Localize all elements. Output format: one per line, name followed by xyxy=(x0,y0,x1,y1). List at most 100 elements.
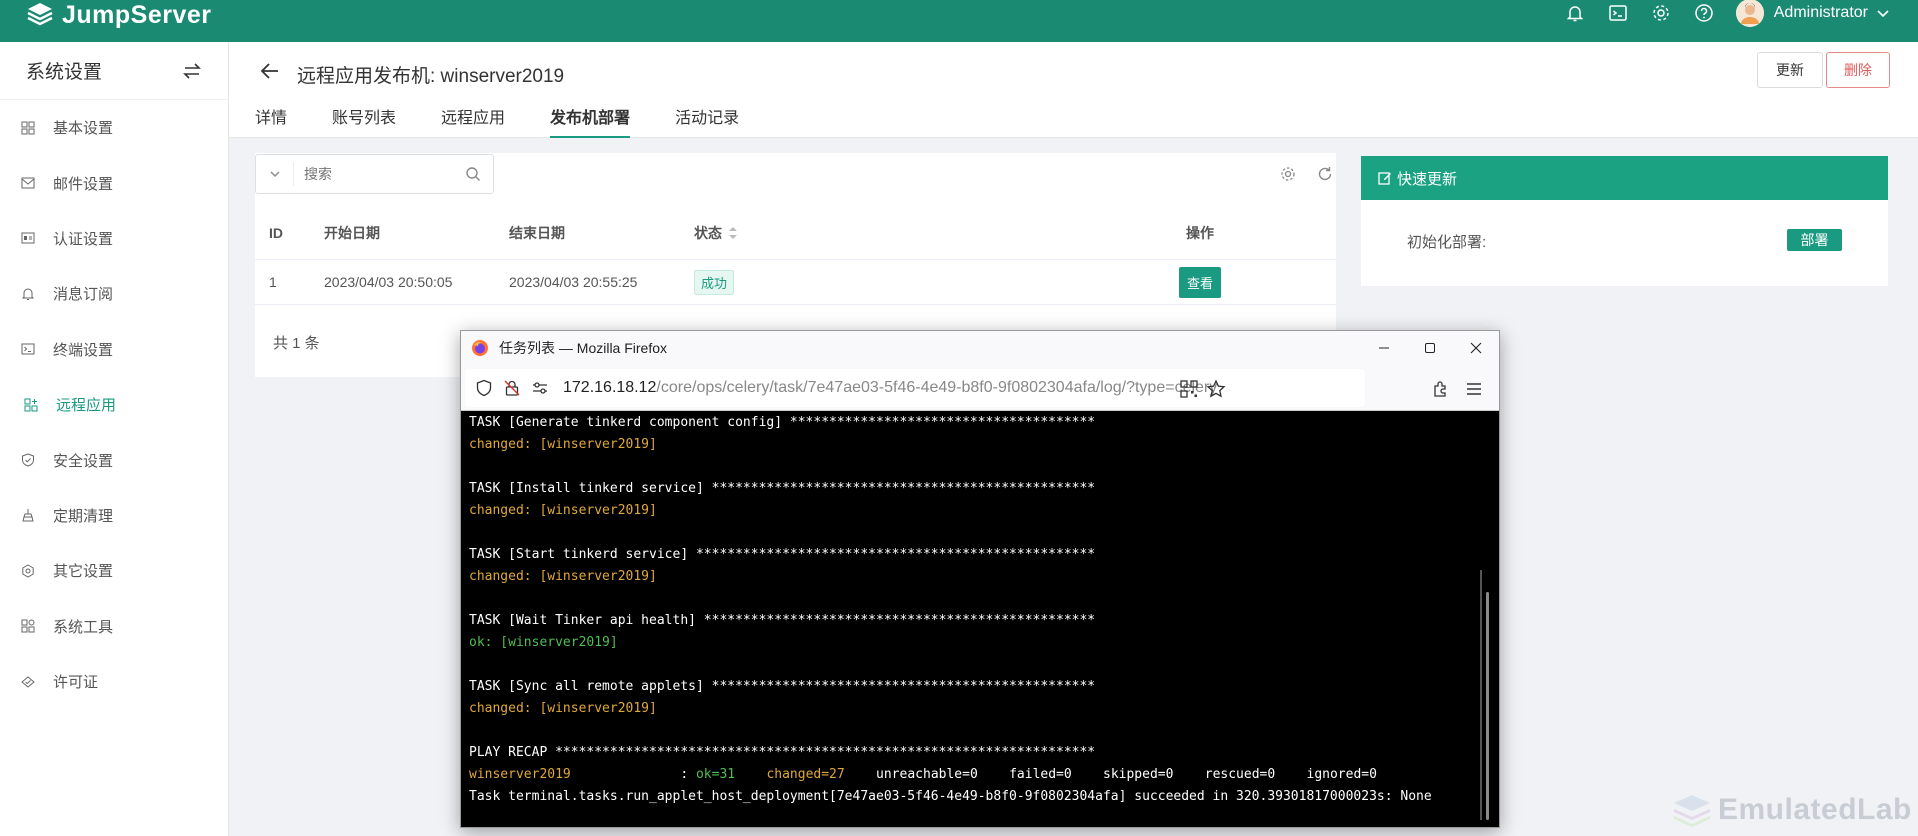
page-title: 远程应用发布机: winserver2019 xyxy=(297,66,565,87)
view-button[interactable]: 查看 xyxy=(1178,266,1221,298)
url-host: 172.16.18.12 xyxy=(563,379,657,396)
log-line: ok: [winserver2019] xyxy=(469,635,618,650)
sidebar-item-email[interactable]: 邮件设置 xyxy=(0,155,228,210)
column-header-id: ID xyxy=(269,224,283,241)
sidebar-item-security[interactable]: 安全设置 xyxy=(0,432,228,487)
terminal-icon xyxy=(20,342,35,357)
sidebar-item-label: 邮件设置 xyxy=(53,175,114,193)
sort-icon[interactable] xyxy=(728,226,738,240)
sidebar-item-label: 消息订阅 xyxy=(53,286,114,304)
insecure-lock-icon[interactable] xyxy=(503,379,521,397)
mail-icon xyxy=(20,176,35,191)
tab-remote-apps[interactable]: 远程应用 xyxy=(441,104,505,138)
sidebar-item-license[interactable]: 许可证 xyxy=(0,654,228,709)
sidebar-header: 系统设置 xyxy=(0,42,228,100)
deploy-button[interactable]: 部署 xyxy=(1787,229,1842,251)
bell-icon[interactable] xyxy=(1564,2,1586,24)
window-title: 任务列表 — Mozilla Firefox xyxy=(499,340,668,356)
maximize-button[interactable] xyxy=(1407,331,1453,365)
column-header-end: 结束日期 xyxy=(509,224,565,241)
log-line: TASK [Install tinkerd service] *********… xyxy=(469,481,1096,496)
qr-code-icon[interactable] xyxy=(1179,379,1199,399)
brand-name: JumpServer xyxy=(62,0,212,29)
help-icon[interactable] xyxy=(1693,2,1715,24)
sidebar-item-label: 安全设置 xyxy=(53,452,114,470)
shield-icon[interactable] xyxy=(475,379,493,397)
cell-end-date: 2023/04/03 20:55:25 xyxy=(509,274,638,290)
log-line: changed: [winserver2019] xyxy=(469,701,657,716)
delete-button[interactable]: 删除 xyxy=(1826,52,1890,88)
search-input[interactable] xyxy=(304,166,454,182)
sidebar-item-remote-apps[interactable]: 远程应用 xyxy=(0,377,228,432)
address-bar[interactable]: 172.16.18.12/core/ops/celery/task/7e47ae… xyxy=(465,369,1365,407)
column-header-status[interactable]: 状态 xyxy=(694,223,1064,243)
sidebar-item-terminal[interactable]: 终端设置 xyxy=(0,322,228,377)
total-count: 共 1 条 xyxy=(273,335,320,352)
log-line: TASK [Generate tinkerd component config]… xyxy=(469,415,1096,430)
menu-icon[interactable] xyxy=(1464,379,1484,399)
update-button[interactable]: 更新 xyxy=(1757,52,1823,88)
table-header: ID 开始日期 结束日期 状态 操作 xyxy=(255,206,1336,260)
tab-accounts[interactable]: 账号列表 xyxy=(332,104,396,138)
user-name[interactable]: Administrator xyxy=(1774,4,1868,22)
search-icon[interactable] xyxy=(465,166,481,182)
sidebar-item-basic[interactable]: 基本设置 xyxy=(0,100,228,155)
back-arrow-icon[interactable] xyxy=(259,60,281,82)
sidebar: 系统设置 基本设置 邮件设置 认证设置 消息订阅 终端设置 远程应用 安全设置 … xyxy=(0,42,229,836)
recap-rest: unreachable=0 failed=0 skipped=0 rescued… xyxy=(876,767,1377,782)
chevron-down-icon[interactable] xyxy=(1876,6,1890,20)
broom-icon xyxy=(20,508,35,523)
window-titlebar[interactable]: 任务列表 — Mozilla Firefox xyxy=(461,331,1499,365)
task-log-output: TASK [Generate tinkerd component config]… xyxy=(461,412,1499,827)
extensions-icon[interactable] xyxy=(1431,379,1451,399)
avatar[interactable] xyxy=(1735,0,1764,27)
tab-bar: 详情 账号列表 远程应用 发布机部署 活动记录 xyxy=(255,104,784,138)
tab-activity[interactable]: 活动记录 xyxy=(675,104,739,138)
chevron-down-icon[interactable] xyxy=(256,162,294,186)
recap-host: winserver2019 xyxy=(469,767,571,782)
recap-separator: : xyxy=(570,767,696,782)
sidebar-item-tools[interactable]: 系统工具 xyxy=(0,599,228,654)
settings-icon[interactable] xyxy=(1279,165,1297,183)
sidebar-item-label: 定期清理 xyxy=(53,507,114,525)
final-log-line: Task terminal.tasks.run_applet_host_depl… xyxy=(469,789,1432,804)
log-line: changed: [winserver2019] xyxy=(469,503,657,518)
minimize-button[interactable] xyxy=(1361,331,1407,365)
sidebar-item-subscription[interactable]: 消息订阅 xyxy=(0,266,228,321)
scrollbar-track[interactable] xyxy=(1480,570,1482,820)
switch-icon[interactable] xyxy=(182,61,202,81)
tab-details[interactable]: 详情 xyxy=(255,104,287,138)
url-text[interactable]: 172.16.18.12/core/ops/celery/task/7e47ae… xyxy=(563,379,1217,397)
tab-host-deployment[interactable]: 发布机部署 xyxy=(550,104,631,138)
terminal-icon[interactable] xyxy=(1607,2,1629,24)
apps-icon xyxy=(23,397,38,412)
address-toolbar: 172.16.18.12/core/ops/celery/task/7e47ae… xyxy=(461,365,1499,411)
close-button[interactable] xyxy=(1453,331,1499,365)
log-line: PLAY RECAP *****************************… xyxy=(469,745,1096,760)
sidebar-item-other[interactable]: 其它设置 xyxy=(0,543,228,598)
sidebar-item-label: 基本设置 xyxy=(53,120,114,138)
brand-logo[interactable]: JumpServer xyxy=(26,0,212,30)
sidebar-item-cleanup[interactable]: 定期清理 xyxy=(0,488,228,543)
gear-icon[interactable] xyxy=(1650,2,1672,24)
column-header-actions: 操作 xyxy=(1186,224,1214,241)
refresh-icon[interactable] xyxy=(1316,165,1334,183)
scrollbar-thumb[interactable] xyxy=(1486,592,1489,820)
sidebar-item-label: 终端设置 xyxy=(53,341,114,359)
search-box[interactable] xyxy=(255,154,494,194)
bell-icon xyxy=(20,286,35,301)
sidebar-item-label: 认证设置 xyxy=(53,230,114,248)
tools-icon xyxy=(20,619,35,634)
sidebar-item-auth[interactable]: 认证设置 xyxy=(0,211,228,266)
log-line: TASK [Start tinkerd service] ***********… xyxy=(469,547,1096,562)
watermark: EmulatedLab xyxy=(1672,793,1912,827)
url-path: /core/ops/celery/task/7e47ae03-5f46-4e49… xyxy=(656,379,1218,396)
page-header: 远程应用发布机: winserver2019 更新 删除 详情 账号列表 远程应… xyxy=(229,42,1918,138)
cell-start-date: 2023/04/03 20:50:05 xyxy=(324,274,453,290)
bookmark-star-icon[interactable] xyxy=(1206,379,1226,399)
permissions-icon[interactable] xyxy=(531,379,549,397)
